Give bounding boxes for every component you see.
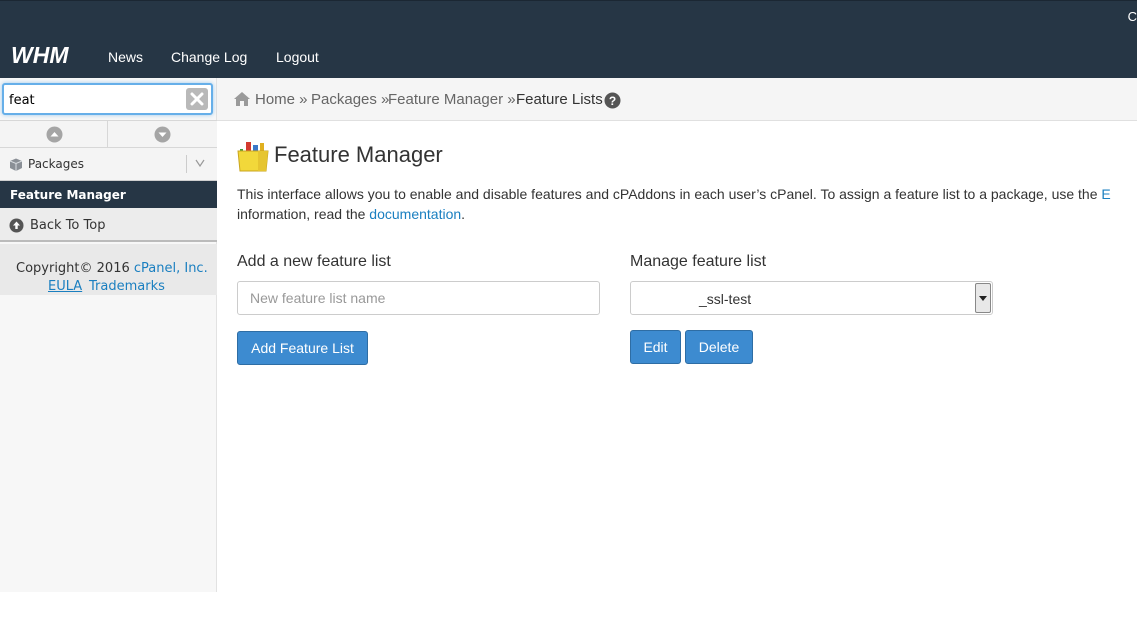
new-feature-list-input[interactable] (237, 281, 600, 315)
breadcrumb-packages[interactable]: Packages » (311, 91, 389, 108)
breadcrumb-current: Feature Lists (516, 91, 603, 108)
package-icon (9, 158, 23, 171)
whm-logo[interactable]: WHM (11, 42, 87, 68)
shopping-bag-icon (237, 142, 269, 172)
sidebar-scroll-controls (0, 120, 217, 148)
feature-list-selected-value: _ssl-test (699, 291, 752, 307)
edit-button[interactable]: Edit (630, 330, 681, 364)
arrow-up-circle-icon (46, 126, 63, 143)
add-feature-list-label: Add a new feature list (237, 253, 391, 270)
scroll-down-button[interactable] (108, 121, 216, 148)
back-to-top-label: Back To Top (30, 218, 106, 233)
nav-news-link[interactable]: News (108, 49, 143, 65)
chevron-down-icon[interactable] (195, 159, 205, 167)
header-corner-text[interactable]: C (1128, 9, 1137, 24)
breadcrumb-home[interactable]: Home » (255, 91, 308, 108)
intro-text: This interface allows you to enable and … (237, 186, 1111, 222)
sidebar-category-packages[interactable]: Packages (0, 148, 217, 181)
close-icon (190, 92, 204, 106)
page-title: Feature Manager (274, 142, 443, 167)
svg-text:WHM: WHM (11, 43, 69, 67)
help-icon[interactable]: ? (604, 92, 621, 109)
manage-feature-list-label: Manage feature list (630, 253, 767, 270)
top-header: WHM News Change Log Logout C (0, 0, 1137, 78)
nav-logout-link[interactable]: Logout (276, 49, 319, 65)
breadcrumb-feature-manager[interactable]: Feature Manager » (388, 91, 516, 108)
delete-button[interactable]: Delete (685, 330, 753, 364)
main-content: Feature Manager This interface allows yo… (217, 121, 1137, 630)
copyright-text: Copyright© 2016 cPanel, Inc. (16, 261, 208, 276)
sidebar-item-label: Feature Manager (10, 188, 126, 202)
arrow-up-circle-icon (9, 218, 24, 233)
feature-list-select[interactable]: _ssl-test (630, 281, 993, 315)
scroll-up-button[interactable] (0, 121, 108, 148)
edit-package-link[interactable]: E (1101, 186, 1110, 202)
sidebar-footer: Copyright© 2016 cPanel, Inc. EULA Tradem… (0, 244, 217, 295)
back-to-top-button[interactable]: Back To Top (0, 208, 217, 242)
sidebar-search (2, 83, 213, 115)
eula-link[interactable]: EULA (48, 279, 82, 294)
clear-search-button[interactable] (186, 88, 208, 110)
svg-text:?: ? (609, 94, 616, 108)
arrow-down-circle-icon (154, 126, 171, 143)
sidebar-category-divider (186, 155, 187, 173)
cpanel-link[interactable]: cPanel, Inc. (134, 261, 208, 276)
select-dropdown-button[interactable] (975, 283, 991, 313)
sidebar-category-label: Packages (28, 157, 84, 171)
home-icon[interactable] (233, 91, 251, 107)
search-input[interactable] (9, 91, 179, 109)
sidebar: Packages Feature Manager Back To Top Cop… (0, 78, 217, 592)
nav-changelog-link[interactable]: Change Log (171, 49, 247, 65)
caret-down-icon (979, 296, 987, 301)
trademarks-link[interactable]: Trademarks (89, 279, 165, 294)
sidebar-item-feature-manager[interactable]: Feature Manager (0, 181, 217, 208)
documentation-link[interactable]: documentation (369, 206, 461, 222)
breadcrumb: Home » Packages » Feature Manager » Feat… (217, 78, 1137, 121)
add-feature-list-button[interactable]: Add Feature List (237, 331, 368, 365)
